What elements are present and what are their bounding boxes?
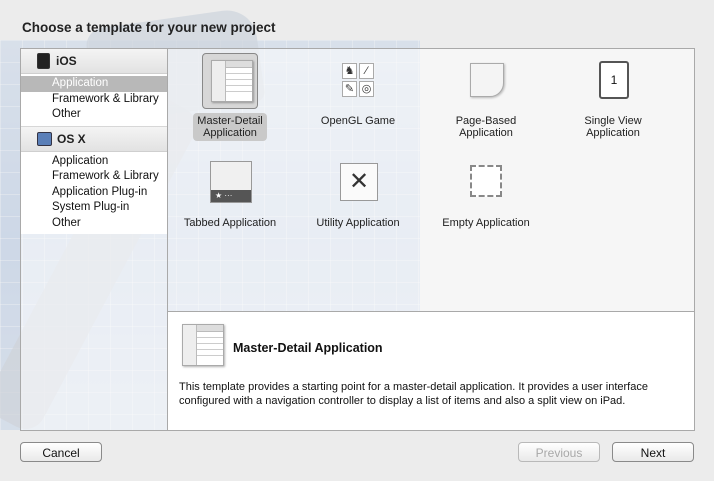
previous-button[interactable]: Previous <box>518 442 600 462</box>
sidebar-item-osx-other[interactable]: Other <box>21 215 168 231</box>
sidebar-item-ios-application[interactable]: Application <box>21 76 168 92</box>
sidebar-item-ios-other[interactable]: Other <box>21 107 168 123</box>
sidebar-item-osx-system-plugin[interactable]: System Plug-in <box>21 200 168 216</box>
template-sidebar: iOS Application Framework & Library Othe… <box>20 48 168 431</box>
iphone-icon <box>37 53 50 69</box>
template-opengl-game[interactable]: ♞ ∕ ✎ ◎ OpenGL Game <box>303 53 413 129</box>
template-detail-name: Master-Detail Application <box>233 341 383 355</box>
sidebar-item-osx-framework[interactable]: Framework & Library <box>21 169 168 185</box>
next-button[interactable]: Next <box>612 442 694 462</box>
template-tabbed[interactable]: ★ ··· Tabbed Application <box>175 155 285 231</box>
sidebar-group-ios[interactable]: iOS <box>21 49 168 74</box>
dialog-title: Choose a template for your new project <box>22 20 276 35</box>
empty-icon <box>458 155 514 211</box>
sidebar-group-label: OS X <box>57 131 86 146</box>
sidebar-group-label: iOS <box>56 54 77 68</box>
template-detail-description: This template provides a starting point … <box>179 381 648 407</box>
single-view-icon: 1 <box>585 53 641 109</box>
sidebar-item-osx-application[interactable]: Application <box>21 153 168 169</box>
page-based-icon <box>458 53 514 109</box>
sidebar-item-osx-app-plugin[interactable]: Application Plug-in <box>21 184 168 200</box>
opengl-game-icon: ♞ ∕ ✎ ◎ <box>330 53 386 109</box>
template-panel: Master-Detail Application ♞ ∕ ✎ ◎ OpenGL Gam… <box>167 48 695 431</box>
template-grid: Master-Detail Application ♞ ∕ ✎ ◎ OpenGL Gam… <box>168 49 694 312</box>
template-page-based[interactable]: Page-Based Application <box>431 53 541 141</box>
sidebar-group-osx[interactable]: OS X <box>21 125 168 152</box>
template-single-view[interactable]: 1 Single View Application <box>558 53 668 141</box>
master-detail-icon <box>202 53 258 109</box>
tabbed-icon: ★ ··· <box>202 155 258 211</box>
sidebar-item-ios-framework[interactable]: Framework & Library <box>21 91 168 107</box>
template-empty[interactable]: Empty Application <box>431 155 541 231</box>
utility-icon: ✕ <box>330 155 386 211</box>
template-master-detail[interactable]: Master-Detail Application <box>175 53 285 141</box>
template-utility[interactable]: ✕ Utility Application <box>303 155 413 231</box>
cancel-button[interactable]: Cancel <box>20 442 102 462</box>
mac-icon <box>37 131 52 146</box>
template-detail: Master-Detail Application This template … <box>168 312 694 430</box>
master-detail-icon <box>182 324 224 366</box>
